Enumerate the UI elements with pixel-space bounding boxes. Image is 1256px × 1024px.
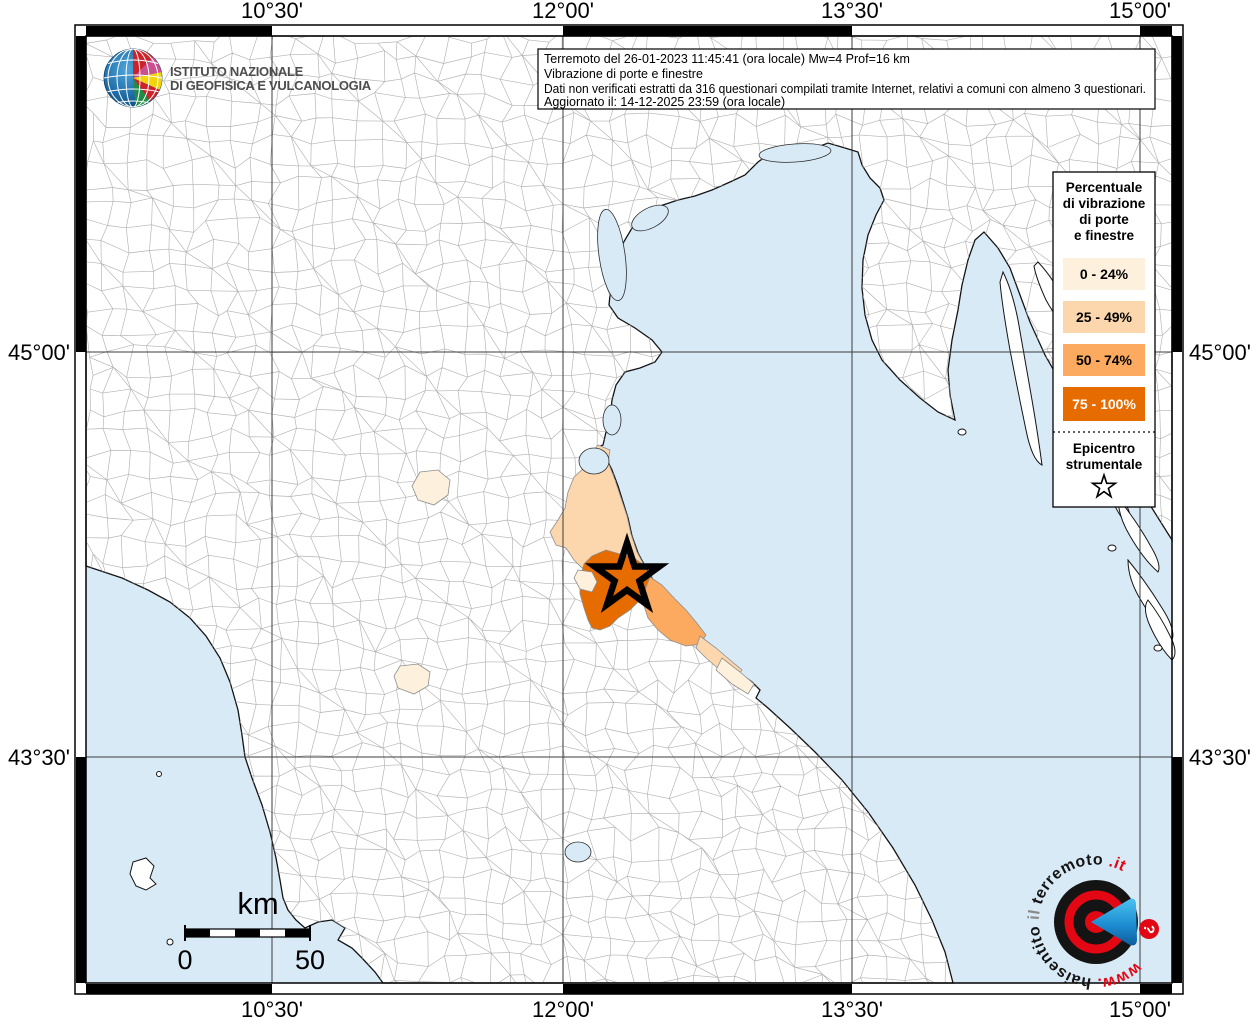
map-subject: Vibrazione di porte e finestre — [544, 67, 703, 81]
legend-label-50-74: 50 - 74% — [1076, 352, 1133, 368]
ingv-shakemap-page: 10°30' 12°00' 13°30' 15°00' 10°30' 12°00… — [0, 0, 1256, 1024]
scale-start-label: 0 — [177, 945, 192, 975]
comacchio-lagoon — [602, 404, 622, 436]
lon-label-top: 15°00' — [1109, 0, 1171, 23]
data-disclaimer: Dati non verificati estratti da 316 ques… — [544, 82, 1146, 96]
lake-trasimeno — [564, 841, 592, 863]
epicenter-legend-label: Epicentro — [1073, 441, 1135, 456]
title-box: Terremoto del 26-01-2023 11:45:41 (ora l… — [537, 48, 1156, 110]
legend-title: di vibrazione — [1063, 196, 1146, 211]
event-title: Terremoto del 26-01-2023 11:45:41 (ora l… — [544, 52, 910, 66]
scale-unit-label: km — [237, 886, 278, 921]
lon-label-top: 13°30' — [821, 0, 883, 23]
lat-label-left: 43°30' — [8, 745, 70, 770]
legend: Percentuale di vibrazione di porte e fin… — [1052, 171, 1156, 508]
lon-label-bottom: 15°00' — [1109, 997, 1171, 1022]
lon-label-bottom: 12°00' — [532, 997, 594, 1022]
lat-label-left: 45°00' — [8, 340, 70, 365]
lat-label-right: 45°00' — [1189, 340, 1251, 365]
lat-label-right: 43°30' — [1189, 745, 1251, 770]
legend-label-75-100: 75 - 100% — [1072, 396, 1136, 412]
ingv-name-line1: ISTITUTO NAZIONALE — [170, 64, 304, 79]
legend-label-25-49: 25 - 49% — [1076, 309, 1133, 325]
map-area[interactable] — [79, 29, 1185, 1010]
legend-title: e finestre — [1074, 228, 1135, 243]
epicenter-legend-label: strumentale — [1066, 457, 1143, 472]
ingv-name-line2: DI GEOFISICA E VULCANOLOGIA — [170, 78, 372, 93]
lon-label-top: 10°30' — [241, 0, 303, 23]
scale-end-label: 50 — [295, 945, 325, 975]
lon-label-top: 12°00' — [532, 0, 594, 23]
lon-label-bottom: 13°30' — [821, 997, 883, 1022]
lon-label-bottom: 10°30' — [241, 997, 303, 1022]
legend-title: Percentuale — [1066, 180, 1143, 195]
legend-label-0-24: 0 - 24% — [1080, 266, 1129, 282]
map-canvas: 10°30' 12°00' 13°30' 15°00' 10°30' 12°00… — [8, 0, 1251, 1022]
coastal-lake — [578, 447, 610, 475]
legend-title: di porte — [1079, 212, 1129, 227]
update-timestamp: Aggiornato il: 14-12-2025 23:59 (ora loc… — [544, 95, 785, 109]
